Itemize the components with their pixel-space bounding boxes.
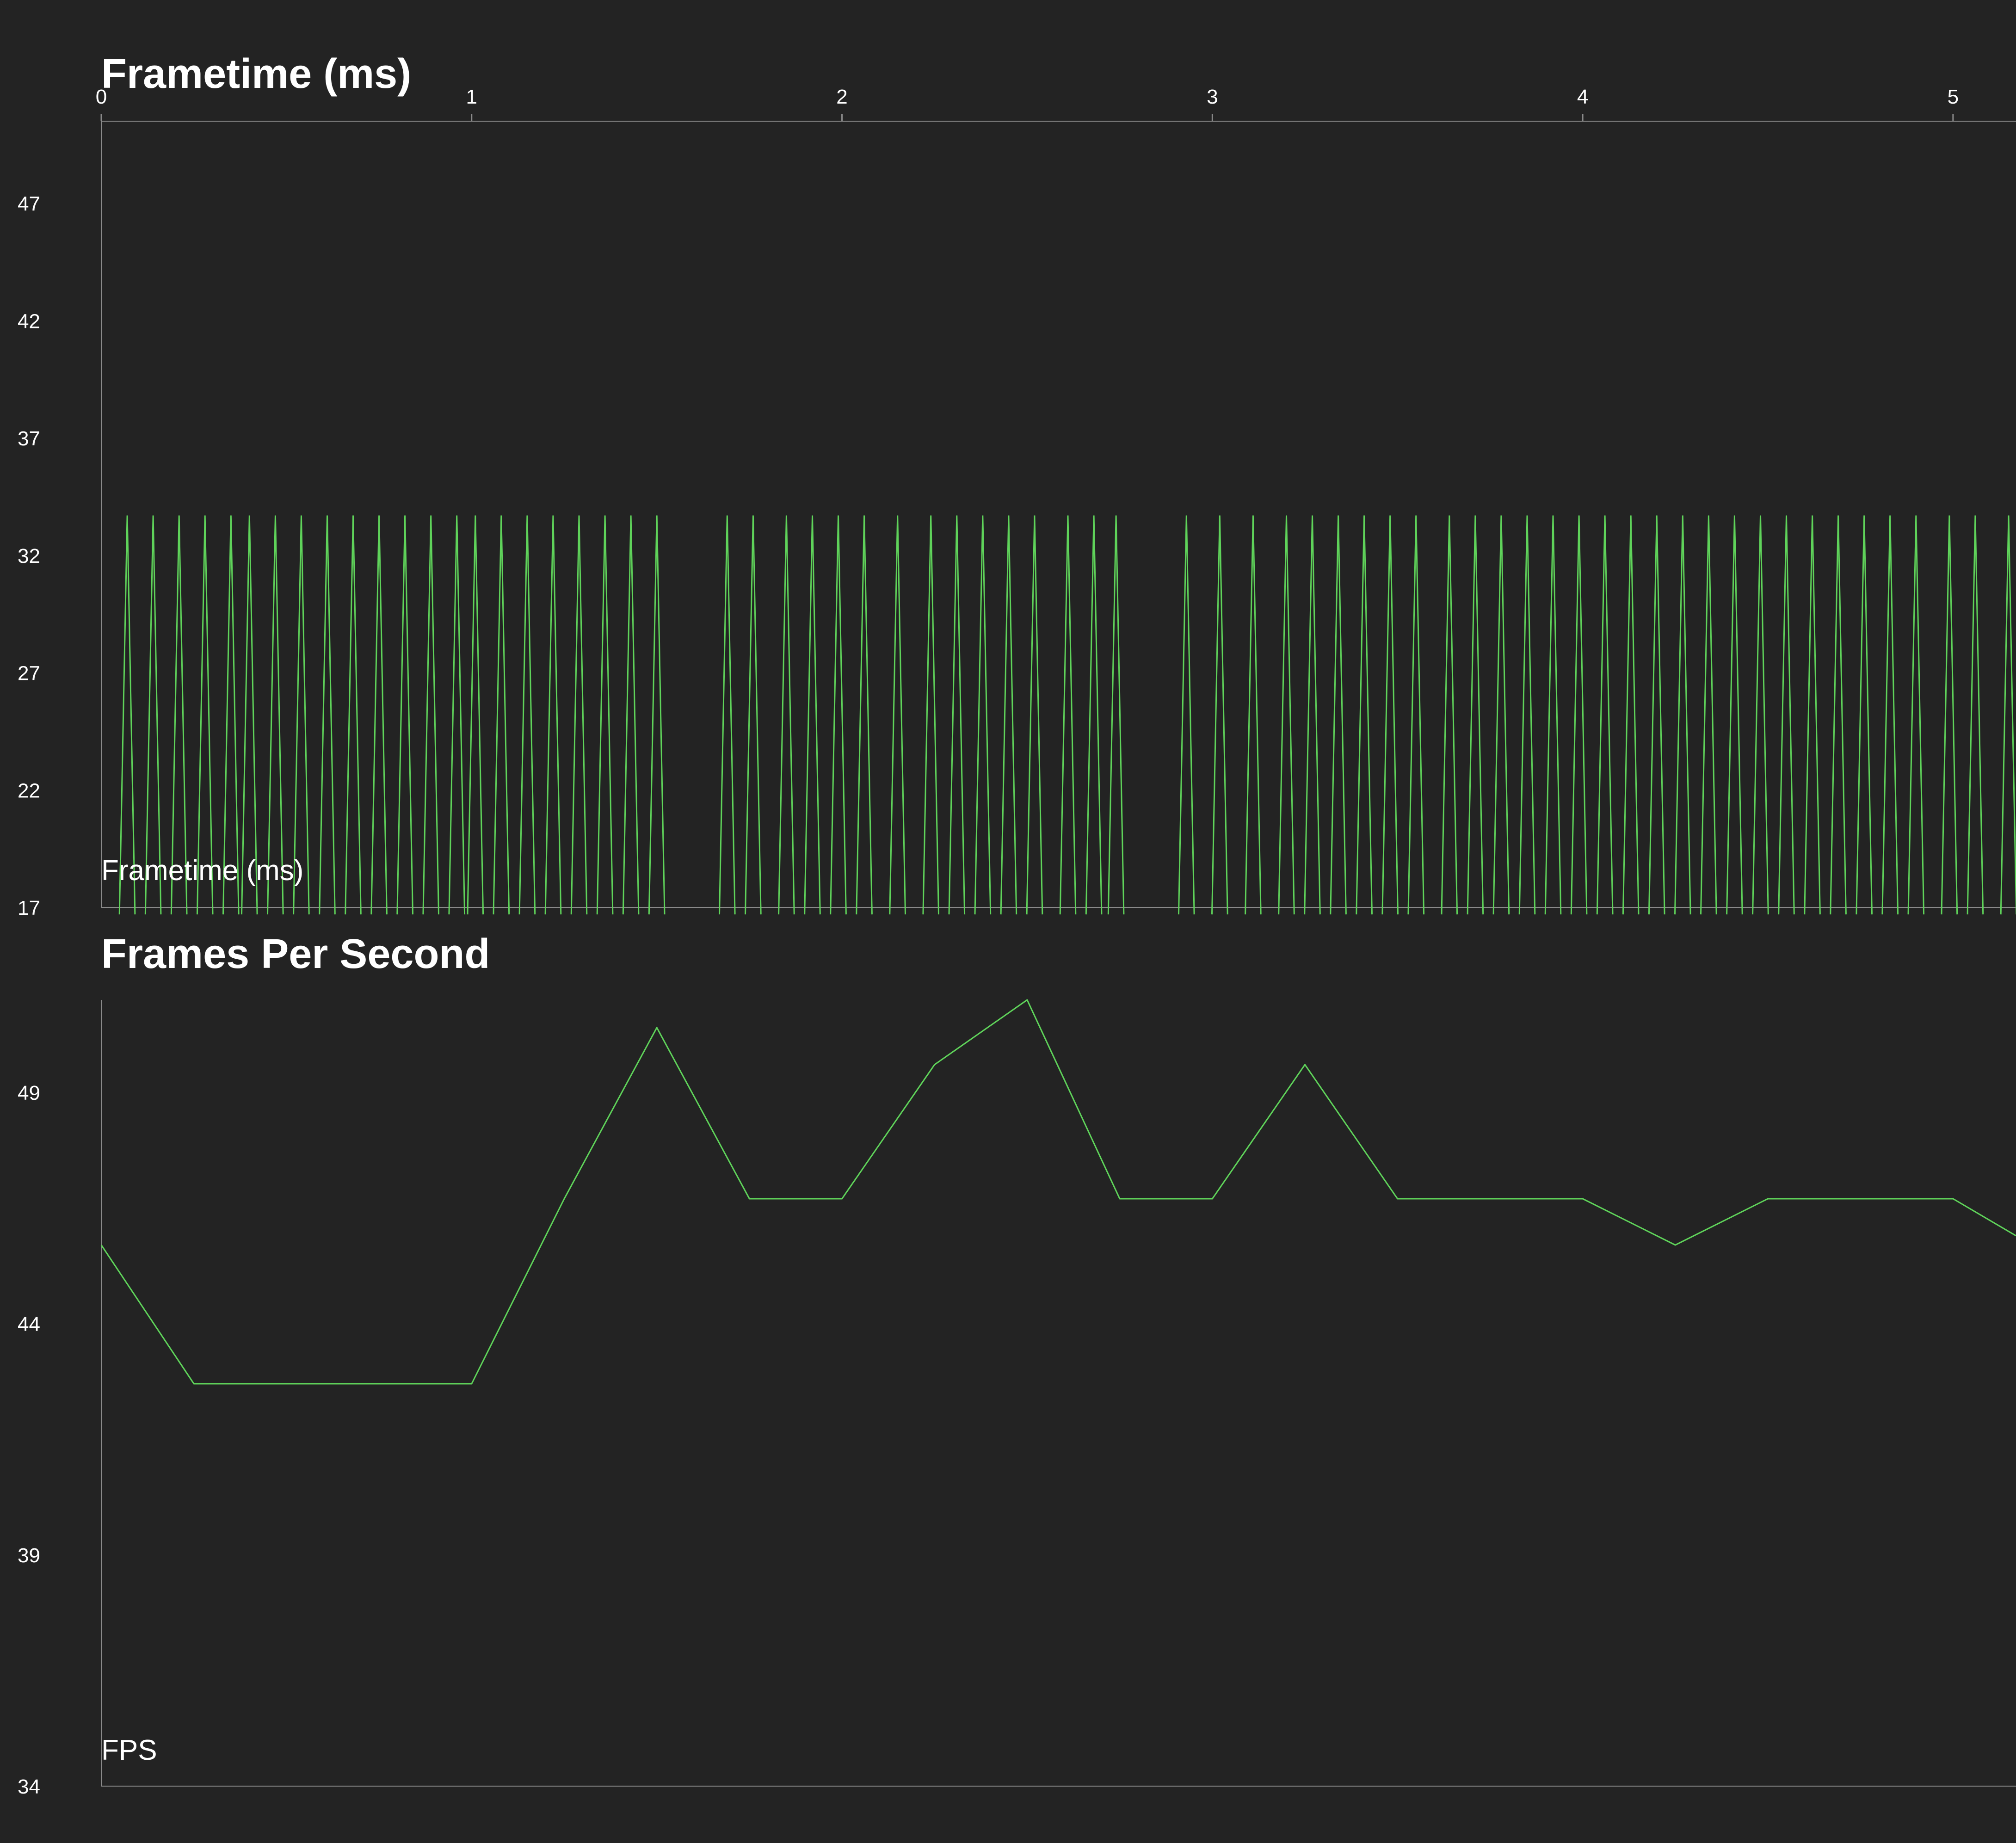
frametime-spike bbox=[371, 516, 387, 915]
frametime-spike bbox=[519, 516, 535, 915]
fps-y-tick-label: 44 bbox=[18, 1313, 40, 1336]
frametime-spike bbox=[1356, 516, 1372, 915]
chart-stage: Frametime (ms) 012345 17222732374247 Fra… bbox=[0, 0, 2016, 1841]
frametime-spike bbox=[1519, 516, 1535, 915]
frametime-chart: Frametime (ms) 0 1 2 3 4 5 17 22 27 32 37 42 47 Fra… bbox=[18, 51, 2016, 919]
frametime-spike bbox=[746, 516, 761, 915]
frametime-spike bbox=[1856, 516, 1872, 915]
frametime-series-label: Frametime (ms) bbox=[101, 855, 303, 887]
frametime-spike bbox=[1382, 516, 1398, 915]
frametime-spike bbox=[597, 516, 613, 915]
frametime-spike bbox=[949, 516, 965, 915]
frametime-spike bbox=[1779, 516, 1794, 915]
frametime-spike bbox=[468, 516, 483, 915]
frametime-spike bbox=[1467, 516, 1483, 915]
frametime-x-tick-label: 1 bbox=[466, 86, 477, 108]
frametime-spike bbox=[545, 516, 561, 915]
frametime-spike bbox=[720, 516, 735, 915]
frametime-x-tick-label: 2 bbox=[836, 86, 847, 108]
frametime-spike bbox=[493, 516, 509, 915]
frametime-spike bbox=[1701, 516, 1717, 915]
frametime-spike bbox=[779, 516, 795, 915]
frametime-spike bbox=[1331, 516, 1346, 915]
frametime-spike bbox=[857, 516, 872, 915]
frametime-spike bbox=[1001, 516, 1017, 915]
frametime-x-tick-label: 5 bbox=[1948, 86, 1959, 108]
frametime-spike bbox=[1279, 516, 1295, 915]
fps-series-label: FPS bbox=[101, 1734, 157, 1766]
frametime-spike bbox=[1493, 516, 1509, 915]
frametime-spike bbox=[1571, 516, 1587, 915]
frametime-spike bbox=[1408, 516, 1424, 915]
frametime-y-tick-label: 32 bbox=[18, 545, 40, 567]
frametime-spike bbox=[1942, 516, 1957, 915]
frametime-spike bbox=[1882, 516, 1898, 915]
frametime-spike bbox=[1727, 516, 1743, 915]
frametime-y-tick-label: 27 bbox=[18, 662, 40, 685]
frametime-y-tick-label: 42 bbox=[18, 310, 40, 333]
frametime-spike bbox=[975, 516, 991, 915]
frametime-spike bbox=[449, 516, 465, 915]
frametime-spike bbox=[623, 516, 639, 915]
frametime-spike bbox=[805, 516, 820, 915]
frametime-y-tick-label: 22 bbox=[18, 779, 40, 802]
frametime-spike bbox=[345, 516, 361, 915]
frametime-spike bbox=[1545, 516, 1561, 915]
fps-y-axis: 34 39 44 49 bbox=[18, 1000, 2016, 1798]
frametime-spike bbox=[1108, 516, 1124, 915]
frametime-spike bbox=[1831, 516, 1846, 915]
frametime-spike bbox=[1908, 516, 1924, 915]
frametime-spike bbox=[1245, 516, 1261, 915]
frametime-spike bbox=[1060, 516, 1076, 915]
frametime-series bbox=[119, 516, 2016, 915]
frametime-y-tick-label: 17 bbox=[18, 897, 40, 919]
fps-series bbox=[101, 1000, 2016, 1384]
frametime-spike bbox=[2001, 516, 2016, 915]
frametime-spike bbox=[1442, 516, 1457, 915]
frametime-x-tick-label: 4 bbox=[1577, 86, 1588, 108]
frametime-spike bbox=[1027, 516, 1042, 915]
frametime-spike bbox=[890, 516, 906, 915]
frametime-y-axis: 17 22 27 32 37 42 47 bbox=[18, 121, 2016, 919]
frametime-spike bbox=[923, 516, 939, 915]
frametime-spike bbox=[1967, 516, 1983, 915]
fps-chart-title: Frames Per Second bbox=[101, 931, 490, 977]
frametime-spike bbox=[1623, 516, 1639, 915]
frametime-x-tick-label: 0 bbox=[96, 86, 107, 108]
frametime-spike bbox=[423, 516, 439, 915]
fps-chart: Frames Per Second 34 39 44 49 FPS bbox=[18, 931, 2016, 1798]
frametime-spike bbox=[1179, 516, 1195, 915]
fps-y-tick-label: 49 bbox=[18, 1082, 40, 1104]
charts-svg: Frametime (ms) 012345 17222732374247 Fra… bbox=[0, 0, 2016, 1841]
frametime-spike bbox=[1597, 516, 1613, 915]
frametime-y-tick-label: 47 bbox=[18, 193, 40, 216]
frametime-chart-title: Frametime (ms) bbox=[101, 51, 411, 97]
frametime-spike bbox=[1305, 516, 1320, 915]
frametime-spike bbox=[1753, 516, 1769, 915]
frametime-spike bbox=[649, 516, 665, 915]
frametime-y-tick-label: 37 bbox=[18, 427, 40, 450]
frametime-spike bbox=[397, 516, 413, 915]
frametime-spike bbox=[1675, 516, 1691, 915]
fps-line bbox=[101, 1000, 2016, 1384]
frametime-spike bbox=[320, 516, 335, 915]
frametime-x-tick-label: 3 bbox=[1207, 86, 1218, 108]
fps-y-tick-label: 39 bbox=[18, 1544, 40, 1567]
fps-y-tick-label: 34 bbox=[18, 1775, 40, 1798]
frametime-spike bbox=[1086, 516, 1102, 915]
frametime-spike bbox=[1212, 516, 1228, 915]
frametime-spike bbox=[1649, 516, 1665, 915]
frametime-spike bbox=[571, 516, 587, 915]
frametime-spike bbox=[1805, 516, 1820, 915]
frametime-spike bbox=[831, 516, 846, 915]
